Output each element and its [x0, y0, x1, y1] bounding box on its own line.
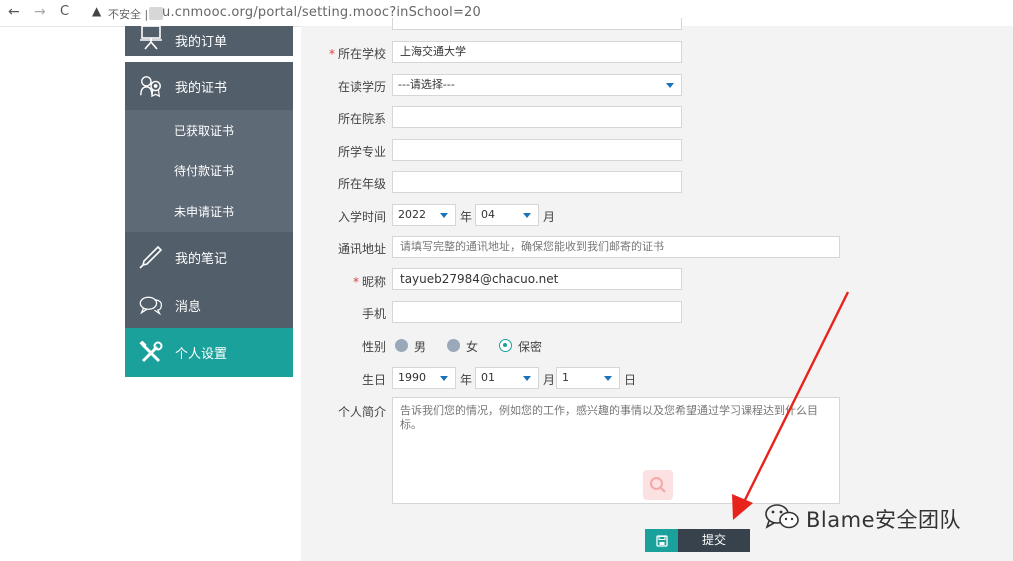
watermark-text: Blame安全团队	[806, 507, 961, 532]
watermark: Blame安全团队	[764, 503, 961, 534]
arrow-head	[732, 494, 753, 520]
wechat-icon	[764, 503, 800, 534]
arrow-shaft	[740, 291, 850, 507]
annotation-arrow	[732, 291, 850, 520]
